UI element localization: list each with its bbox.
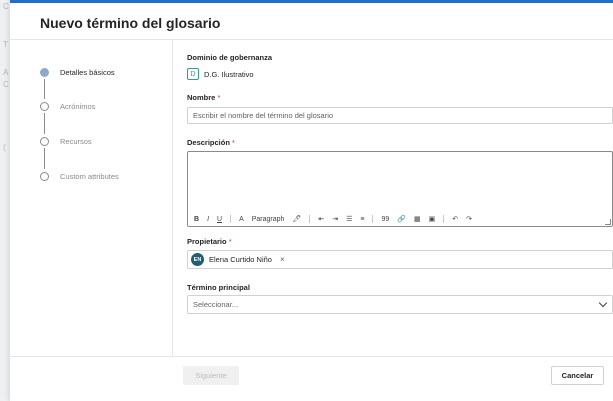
underline-icon[interactable]: U [217,216,222,223]
image-icon[interactable]: ▣ [429,215,436,223]
required-mark: * [217,93,221,102]
domain-label: Dominio de gobernanza [187,53,273,62]
background-text: C [3,80,9,89]
bullet-list-icon[interactable]: ☰ [346,215,352,223]
background-text: ( [3,143,6,152]
required-mark: * [228,237,232,246]
background-text: A [3,68,9,77]
redo-icon[interactable]: ↷ [466,215,472,223]
resize-handle-icon[interactable] [605,219,611,225]
step-acronyms[interactable]: Acrónimos [40,99,95,113]
next-button[interactable]: Siguiente [183,366,239,385]
step-label: Recursos [60,136,92,146]
parent-term-placeholder: Seleccionar... [193,300,239,309]
background-text: T [3,40,8,49]
step-indicator-icon [40,101,49,111]
table-icon[interactable]: ▦ [414,215,421,223]
description-label-text: Descripción [187,138,230,147]
step-connector [44,148,45,169]
font-size-icon[interactable]: A [239,216,244,223]
step-connector [44,79,45,99]
link-icon[interactable]: 🔗 [397,215,406,223]
step-basic-details[interactable]: Detalles básicos [40,65,115,79]
avatar: EN [191,253,204,266]
name-label: Nombre * [187,93,220,102]
undo-icon[interactable]: ↶ [452,215,458,223]
domain-value: D.G. Ilustrativo [204,69,254,79]
outdent-icon[interactable]: ⇤ [318,215,324,223]
required-mark: * [232,138,235,147]
description-editor[interactable]: B I U A Paragraph 🖊 ⇤ ⇥ ☰ ≡ 99 🔗 ▦ ▣ ↶ ↷ [187,151,613,227]
owner-label-text: Propietario [187,237,227,246]
italic-icon[interactable]: I [207,216,209,223]
description-label: Descripción * [187,138,235,147]
step-label: Detalles básicos [60,67,115,77]
rich-text-toolbar: B I U A Paragraph 🖊 ⇤ ⇥ ☰ ≡ 99 🔗 ▦ ▣ ↶ ↷ [194,215,480,223]
domain-icon: D [187,68,199,80]
governance-domain: D D.G. Ilustrativo [187,68,254,80]
owner-label: Propietario * [187,237,232,246]
step-label: Acrónimos [60,101,96,111]
wizard-steps: Detalles básicos Acrónimos Recursos Cust… [10,40,173,356]
step-indicator-icon [40,171,49,181]
toolbar-separator [230,215,232,223]
owner-name: Elena Curtido Niño [209,255,272,264]
parent-term-select[interactable]: Seleccionar... [187,295,613,314]
toolbar-separator [443,215,445,223]
step-indicator-icon [40,67,49,77]
dialog-title: Nuevo término del glosario [40,15,221,31]
footer-divider [10,356,613,357]
quote-icon[interactable]: 99 [381,216,389,223]
new-glossary-term-dialog: Nuevo término del glosario Detalles bási… [10,0,613,401]
parent-term-label: Término principal [187,283,250,292]
name-input[interactable]: Escribir el nombre del término del glosa… [187,107,613,124]
cancel-button[interactable]: Cancelar [551,366,604,385]
background-text: C [3,2,9,11]
step-connector [44,113,45,134]
remove-owner-icon[interactable]: × [280,255,285,264]
toolbar-separator [372,215,374,223]
highlight-icon[interactable]: 🖊 [292,215,301,223]
toolbar-separator [309,215,311,223]
numbered-list-icon[interactable]: ≡ [360,216,364,223]
chevron-down-icon [598,298,608,308]
indent-icon[interactable]: ⇥ [332,215,338,223]
bold-icon[interactable]: B [194,216,199,223]
name-label-text: Nombre [187,93,216,102]
step-indicator-icon [40,136,49,146]
step-custom-attributes[interactable]: Custom attributes [40,169,119,183]
owner-picker[interactable]: EN Elena Curtido Niño × [187,250,613,269]
paragraph-dropdown[interactable]: Paragraph [252,216,285,223]
step-label: Custom attributes [60,171,119,181]
step-resources[interactable]: Recursos [40,134,92,148]
